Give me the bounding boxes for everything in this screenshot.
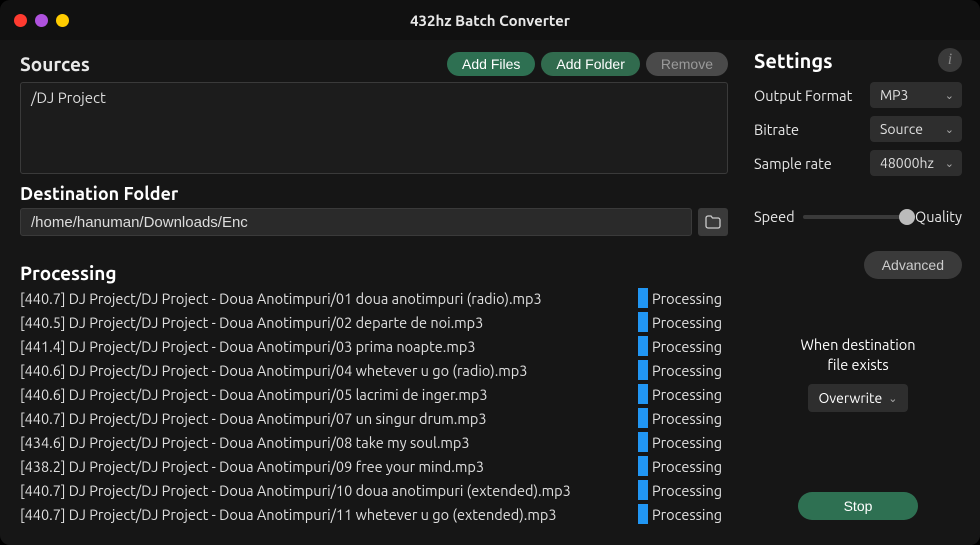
- output-format-select[interactable]: MP3 ⌄: [870, 82, 962, 108]
- output-format-value: MP3: [880, 87, 908, 103]
- destination-input[interactable]: [20, 208, 692, 236]
- dest-exists-select[interactable]: Overwrite ⌄: [808, 384, 908, 412]
- bitrate-label: Bitrate: [754, 121, 799, 138]
- slider-thumb[interactable]: [899, 209, 915, 225]
- add-folder-button[interactable]: Add Folder: [541, 52, 639, 76]
- progress-bar: [638, 504, 648, 524]
- processing-list: [440.7] DJ Project/DJ Project - Doua Ano…: [20, 286, 728, 545]
- titlebar: 432hz Batch Converter: [0, 0, 980, 40]
- processing-item-name: [440.7] DJ Project/DJ Project - Doua Ano…: [20, 482, 634, 499]
- processing-item-status: Processing: [652, 290, 728, 307]
- stop-button[interactable]: Stop: [798, 492, 918, 520]
- processing-item-name: [434.6] DJ Project/DJ Project - Doua Ano…: [20, 434, 634, 451]
- processing-item: [440.7] DJ Project/DJ Project - Doua Ano…: [20, 478, 728, 502]
- quality-label: Quality: [915, 208, 962, 225]
- progress-bar: [638, 456, 648, 476]
- add-files-button[interactable]: Add Files: [447, 52, 535, 76]
- bitrate-select[interactable]: Source ⌄: [870, 116, 962, 142]
- app-window: 432hz Batch Converter Sources Add Files …: [0, 0, 980, 545]
- progress-bar: [638, 480, 648, 500]
- chevron-down-icon: ⌄: [945, 123, 954, 136]
- sources-label: Sources: [20, 53, 90, 75]
- dest-exists-label-2: file exists: [754, 355, 962, 375]
- sample-rate-label: Sample rate: [754, 155, 832, 172]
- browse-folder-button[interactable]: [698, 208, 728, 236]
- sources-list[interactable]: /DJ Project: [20, 82, 728, 174]
- progress-bar: [638, 384, 648, 404]
- processing-item-name: [438.2] DJ Project/DJ Project - Doua Ano…: [20, 458, 634, 475]
- processing-item-name: [440.6] DJ Project/DJ Project - Doua Ano…: [20, 362, 634, 379]
- processing-item: [441.4] DJ Project/DJ Project - Doua Ano…: [20, 334, 728, 358]
- source-item[interactable]: /DJ Project: [31, 89, 717, 106]
- progress-bar: [638, 312, 648, 332]
- remove-button[interactable]: Remove: [646, 52, 728, 76]
- dest-exists-label-1: When destination: [754, 335, 962, 355]
- processing-item: [438.2] DJ Project/DJ Project - Doua Ano…: [20, 454, 728, 478]
- processing-item: [440.5] DJ Project/DJ Project - Doua Ano…: [20, 310, 728, 334]
- processing-item-status: Processing: [652, 410, 728, 427]
- progress-bar: [638, 432, 648, 452]
- progress-bar: [638, 288, 648, 308]
- dest-exists-value: Overwrite: [819, 390, 883, 406]
- processing-item-status: Processing: [652, 362, 728, 379]
- processing-item: [434.6] DJ Project/DJ Project - Doua Ano…: [20, 430, 728, 454]
- output-format-label: Output Format: [754, 87, 852, 104]
- chevron-down-icon: ⌄: [945, 157, 954, 170]
- chevron-down-icon: ⌄: [888, 392, 897, 405]
- processing-item: [440.6] DJ Project/DJ Project - Doua Ano…: [20, 382, 728, 406]
- processing-item-status: Processing: [652, 314, 728, 331]
- processing-item-name: [440.5] DJ Project/DJ Project - Doua Ano…: [20, 314, 634, 331]
- processing-item-name: [440.7] DJ Project/DJ Project - Doua Ano…: [20, 410, 634, 427]
- chevron-down-icon: ⌄: [945, 89, 954, 102]
- speed-quality-slider[interactable]: [803, 215, 907, 219]
- info-icon[interactable]: i: [938, 48, 962, 72]
- processing-item: [440.7] DJ Project/DJ Project - Doua Ano…: [20, 286, 728, 310]
- processing-item-status: Processing: [652, 386, 728, 403]
- processing-item-name: [440.6] DJ Project/DJ Project - Doua Ano…: [20, 386, 634, 403]
- advanced-button[interactable]: Advanced: [864, 251, 962, 279]
- processing-item-status: Processing: [652, 434, 728, 451]
- progress-bar: [638, 360, 648, 380]
- progress-bar: [638, 408, 648, 428]
- processing-label: Processing: [20, 262, 728, 284]
- window-title: 432hz Batch Converter: [0, 12, 980, 29]
- processing-item-name: [441.4] DJ Project/DJ Project - Doua Ano…: [20, 338, 634, 355]
- speed-label: Speed: [754, 208, 795, 225]
- progress-bar: [638, 336, 648, 356]
- settings-title: Settings: [754, 49, 833, 72]
- processing-item-name: [440.7] DJ Project/DJ Project - Doua Ano…: [20, 290, 634, 307]
- sample-rate-value: 48000hz: [880, 155, 934, 171]
- processing-item: [440.6] DJ Project/DJ Project - Doua Ano…: [20, 358, 728, 382]
- processing-item: [440.7] DJ Project/DJ Project - Doua Ano…: [20, 502, 728, 526]
- processing-item: [440.7] DJ Project/DJ Project - Doua Ano…: [20, 406, 728, 430]
- processing-item-status: Processing: [652, 506, 728, 523]
- processing-item-name: [440.7] DJ Project/DJ Project - Doua Ano…: [20, 506, 634, 523]
- processing-item-status: Processing: [652, 482, 728, 499]
- folder-icon: [705, 215, 721, 229]
- destination-label: Destination Folder: [20, 184, 728, 204]
- sample-rate-select[interactable]: 48000hz ⌄: [870, 150, 962, 176]
- processing-item-status: Processing: [652, 338, 728, 355]
- processing-item-status: Processing: [652, 458, 728, 475]
- bitrate-value: Source: [880, 121, 923, 137]
